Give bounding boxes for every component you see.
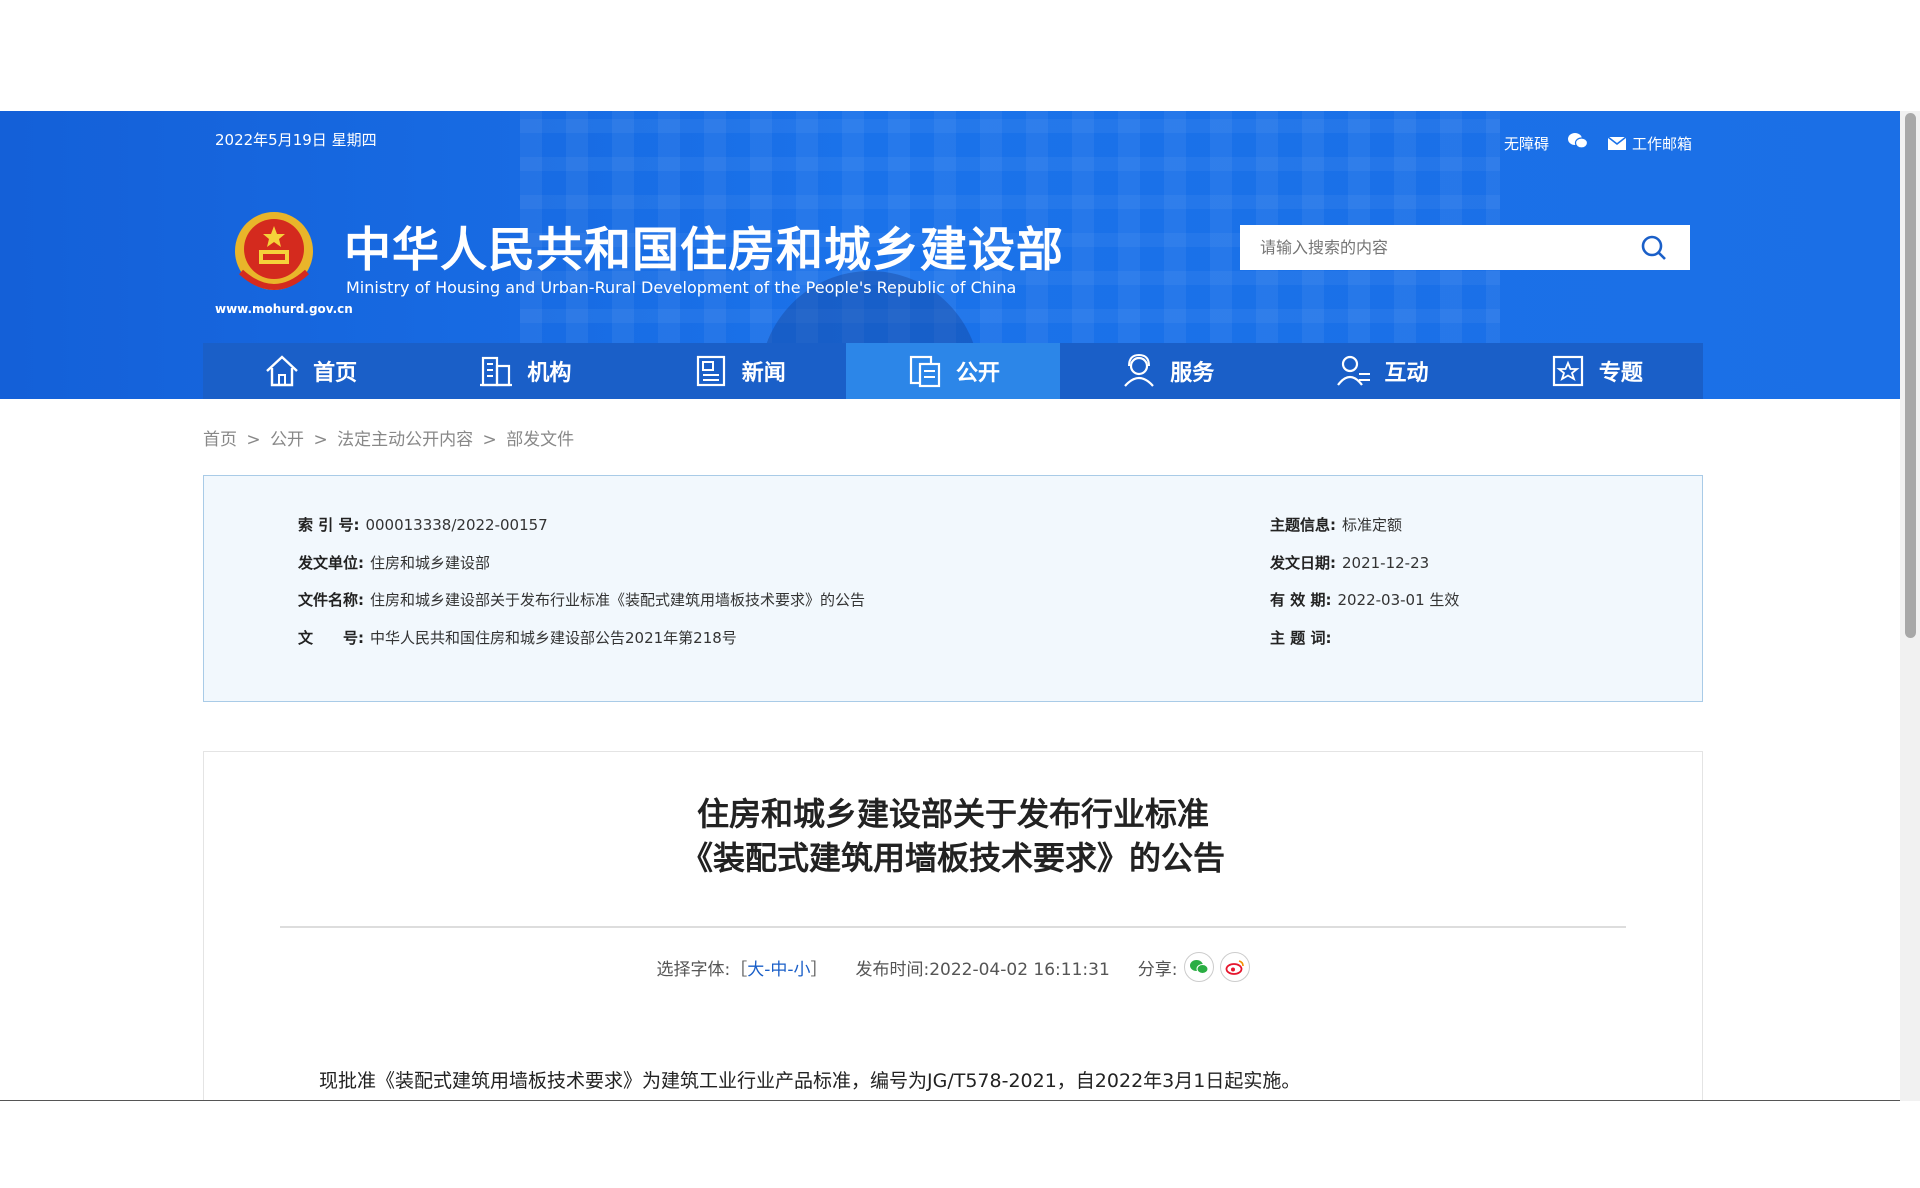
scrollbar-thumb[interactable] — [1905, 113, 1916, 638]
nav-label: 首页 — [313, 361, 358, 386]
topic-icon — [1552, 355, 1583, 387]
title-divider — [280, 926, 1626, 928]
meta-name: 文件名称: 住房和城乡建设部关于发布行业标准《装配式建筑用墙板技术要求》的公告 — [298, 589, 865, 610]
font-size-large[interactable]: 大 — [747, 960, 764, 980]
site-title[interactable]: 中华人民共和国住房和城乡建设部 — [344, 211, 1064, 280]
font-size-medium[interactable]: 中 — [770, 960, 787, 980]
site-header: 2022年5月19日 星期四 无障碍 工作邮箱 www.mohurd.gov.c… — [0, 111, 1900, 399]
current-date: 2022年5月19日 星期四 — [215, 131, 377, 149]
viewport-bottom-border — [0, 1100, 1920, 1101]
article-title-line2: 《装配式建筑用墙板技术要求》的公告 — [680, 839, 1225, 877]
accessibility-link[interactable]: 无障碍 — [1504, 133, 1549, 154]
meta-keyword: 主 题 词: — [1270, 627, 1337, 648]
main-nav: 首页 机构 新闻 公开 服务 互动 专题 — [203, 343, 1703, 399]
meta-docno: 文 号: 中华人民共和国住房和城乡建设部公告2021年第218号 — [298, 627, 737, 648]
search-icon[interactable] — [1640, 234, 1668, 262]
building-icon — [480, 356, 513, 387]
font-size-close: ］ — [810, 959, 828, 980]
nav-item-news[interactable]: 新闻 — [632, 343, 846, 399]
meta-valid-value: 2022-03-01 生效 — [1337, 591, 1460, 609]
breadcrumb-home[interactable]: 首页 — [203, 430, 237, 450]
meta-name-value: 住房和城乡建设部关于发布行业标准《装配式建筑用墙板技术要求》的公告 — [370, 591, 866, 609]
meta-topic-value: 标准定额 — [1342, 516, 1403, 534]
interact-icon — [1336, 355, 1370, 386]
nav-item-home[interactable]: 首页 — [203, 343, 417, 399]
news-icon — [696, 355, 725, 387]
meta-valid-label: 有 效 期: — [1270, 591, 1332, 609]
meta-index-label: 索 引 号: — [298, 516, 360, 534]
nav-item-open[interactable]: 公开 — [845, 343, 1061, 399]
meta-date-value: 2021-12-23 — [1342, 554, 1430, 572]
site-url: www.mohurd.gov.cn — [215, 302, 353, 316]
article-info-bar: 选择字体:［大-中-小］ 发布时间:2022-04-02 16:11:31 分享… — [204, 952, 1702, 982]
vertical-scrollbar[interactable] — [1900, 111, 1920, 1101]
meta-issuer: 发文单位: 住房和城乡建设部 — [298, 552, 490, 573]
breadcrumb-separator: > — [246, 430, 261, 450]
document-metadata: 索 引 号: 000013338/2022-00157 发文单位: 住房和城乡建设部… — [203, 475, 1703, 702]
search-input[interactable] — [1240, 227, 1640, 268]
meta-valid: 有 效 期: 2022-03-01 生效 — [1270, 589, 1459, 610]
mail-icon — [1607, 135, 1627, 150]
wechat-share-icon[interactable] — [1183, 952, 1214, 982]
meta-name-label: 文件名称: — [298, 591, 364, 609]
font-size-selector: 选择字体:［大-中-小］ — [656, 955, 827, 980]
browser-viewport: 2022年5月19日 星期四 无障碍 工作邮箱 www.mohurd.gov.c… — [0, 111, 1920, 1101]
meta-topic: 主题信息: 标准定额 — [1270, 514, 1402, 535]
breadcrumb: 首页 > 公开 > 法定主动公开内容 > 部发文件 — [203, 425, 578, 450]
nav-item-interact[interactable]: 互动 — [1274, 343, 1488, 399]
meta-keyword-label: 主 题 词: — [1270, 629, 1332, 647]
publish-time-label: 发布时间: — [855, 959, 930, 980]
breadcrumb-legal-content[interactable]: 法定主动公开内容 — [337, 430, 473, 450]
nav-item-service[interactable]: 服务 — [1060, 343, 1274, 399]
work-mail-link[interactable]: 工作邮箱 — [1607, 133, 1692, 154]
breadcrumb-separator: > — [313, 430, 328, 450]
meta-issuer-label: 发文单位: — [298, 554, 364, 572]
font-size-small[interactable]: 小 — [793, 960, 810, 980]
nav-label: 公开 — [955, 361, 1000, 386]
meta-index: 索 引 号: 000013338/2022-00157 — [298, 514, 548, 535]
meta-issuer-value: 住房和城乡建设部 — [370, 554, 491, 572]
site-subtitle: Ministry of Housing and Urban-Rural Deve… — [346, 278, 1017, 297]
wechat-icon[interactable] — [1567, 132, 1589, 154]
share-label: 分享: — [1137, 959, 1178, 980]
breadcrumb-open[interactable]: 公开 — [270, 430, 304, 450]
service-icon — [1124, 353, 1155, 387]
article: 住房和城乡建设部关于发布行业标准 《装配式建筑用墙板技术要求》的公告 选择字体:… — [203, 751, 1703, 1101]
nav-label: 机构 — [527, 361, 572, 386]
meta-docno-label: 文 号: — [298, 629, 364, 647]
article-body-paragraph: 现批准《装配式建筑用墙板技术要求》为建筑工业行业产品标准，编号为JG/T578-… — [319, 1070, 1301, 1092]
nav-item-org[interactable]: 机构 — [417, 343, 631, 399]
breadcrumb-ministry-docs[interactable]: 部发文件 — [506, 430, 574, 450]
work-mail-label: 工作邮箱 — [1631, 134, 1692, 153]
article-title: 住房和城乡建设部关于发布行业标准 《装配式建筑用墙板技术要求》的公告 — [204, 792, 1702, 880]
publish-time-value: 2022-04-02 16:11:31 — [929, 959, 1110, 980]
breadcrumb-separator: > — [482, 430, 497, 450]
share-bar: 分享: — [1138, 952, 1250, 982]
nav-label: 专题 — [1598, 361, 1643, 386]
meta-topic-label: 主题信息: — [1270, 516, 1336, 534]
top-links: 无障碍 工作邮箱 — [1504, 132, 1692, 154]
meta-index-value: 000013338/2022-00157 — [365, 516, 548, 534]
font-size-label: 选择字体:［ — [656, 959, 748, 980]
nav-item-topic[interactable]: 专题 — [1489, 343, 1703, 399]
nav-label: 互动 — [1384, 361, 1429, 386]
article-title-line1: 住房和城乡建设部关于发布行业标准 — [696, 795, 1209, 833]
nav-label: 服务 — [1170, 361, 1215, 386]
search-box — [1240, 225, 1690, 270]
meta-docno-value: 中华人民共和国住房和城乡建设部公告2021年第218号 — [370, 629, 737, 647]
nav-label: 新闻 — [741, 361, 786, 386]
national-emblem-icon[interactable] — [233, 210, 315, 296]
weibo-share-icon[interactable] — [1219, 952, 1250, 982]
meta-date: 发文日期: 2021-12-23 — [1270, 552, 1429, 573]
open-icon — [909, 355, 941, 388]
meta-date-label: 发文日期: — [1270, 554, 1336, 572]
publish-time: 发布时间:2022-04-02 16:11:31 — [855, 955, 1109, 980]
home-icon — [266, 355, 298, 387]
